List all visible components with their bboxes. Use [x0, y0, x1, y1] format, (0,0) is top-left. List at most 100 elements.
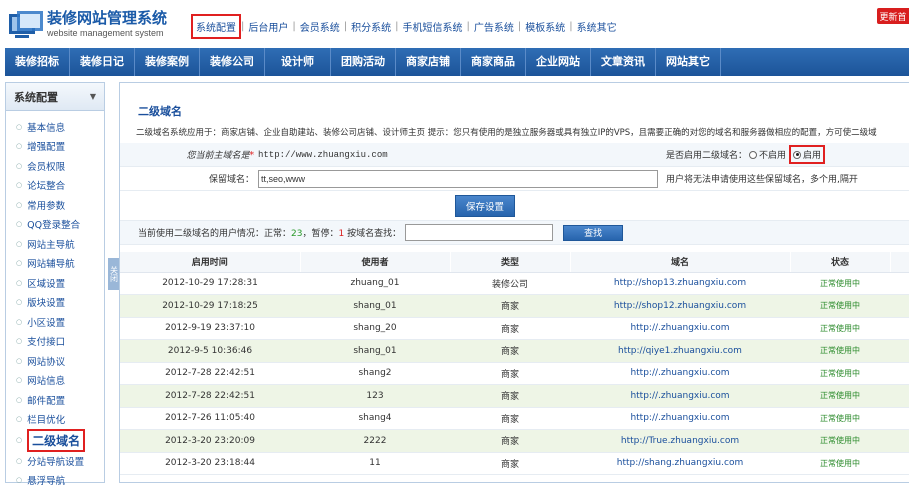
sidebar-item[interactable]: ○ 网站主导航	[6, 234, 104, 254]
bullet-icon: ○	[16, 181, 22, 189]
mainnav-enterprise-site[interactable]: 企业网站	[526, 48, 591, 76]
cell-user: zhuang_01	[300, 272, 450, 295]
update-home-button[interactable]: 更新首	[877, 8, 909, 24]
bullet-icon: ○	[16, 240, 22, 248]
cell-domain[interactable]: http://shop13.zhuangxiu.com	[570, 272, 790, 295]
search-button[interactable]: 查找	[563, 225, 623, 241]
sidebar-item-label: 会员权限	[27, 159, 65, 173]
topnav-system-other[interactable]: 系统其它	[573, 19, 621, 34]
sidebar-item[interactable]: ○基本信息	[6, 117, 104, 137]
bullet-icon: ○	[16, 357, 22, 365]
sidebar-item[interactable]: ○QQ登录整合	[6, 215, 104, 235]
mainnav-tender[interactable]: 装修招标	[5, 48, 70, 76]
logo: 装修网站管理系统 website management system	[7, 6, 173, 42]
cell-domain[interactable]: http://.zhuangxiu.com	[570, 407, 790, 430]
sidebar-item-label: 小区设置	[27, 315, 65, 329]
topnav-member-system[interactable]: 会员系统	[296, 19, 344, 34]
sidebar-item[interactable]: ○悬浮导航	[6, 471, 104, 490]
cell-domain[interactable]: http://qiye1.zhuangxiu.com	[570, 340, 790, 363]
bullet-icon: ○	[16, 396, 22, 404]
sidebar-item[interactable]: ○ 网站辅导航	[6, 254, 104, 274]
cell-status: 正常使用中	[790, 452, 890, 475]
col-type: 类型	[450, 252, 570, 272]
mainnav-diary[interactable]: 装修日记	[70, 48, 135, 76]
sidebar-item[interactable]: ○支付接口	[6, 332, 104, 352]
sidebar-header[interactable]: 系统配置 ▼	[6, 83, 104, 111]
sidebar-item[interactable]: ○常用参数	[6, 195, 104, 215]
cell-domain[interactable]: http://True.zhuangxiu.com	[570, 430, 790, 453]
cell-type: 商家	[450, 317, 570, 340]
bullet-icon: ○	[16, 318, 22, 326]
cell-time: 2012-7-28 22:42:51	[120, 362, 300, 385]
topnav-points-system[interactable]: 积分系统	[347, 19, 395, 34]
domain-search-input[interactable]	[405, 224, 553, 241]
cell-time: 2012-3-20 23:20:09	[120, 430, 300, 453]
sidebar-item-label: 版块设置	[27, 295, 65, 309]
sidebar-item[interactable]: ○邮件配置	[6, 390, 104, 410]
cell-type: 商家	[450, 385, 570, 408]
cell-domain[interactable]: http://.zhuangxiu.com	[570, 317, 790, 340]
cell-type: 装修公司	[450, 272, 570, 295]
table-row: 2012-9-19 23:37:10shang_20商家http://.zhua…	[120, 317, 909, 340]
sidebar-item[interactable]: ○网站信息	[6, 371, 104, 391]
sidebar-item-label: 网站协议	[27, 354, 65, 368]
sidebar-item-label: 网站辅导航	[27, 256, 75, 270]
sidebar-item[interactable]: ○增强配置	[6, 137, 104, 157]
mainnav-group-buy[interactable]: 团购活动	[331, 48, 396, 76]
table-row: 2012-7-26 11:05:40shang4商家http://.zhuang…	[120, 407, 909, 430]
sidebar-item-label: 栏目优化	[27, 412, 65, 426]
sidebar-item[interactable]: ○ 小区设置	[6, 312, 104, 332]
sidebar-item[interactable]: ○ 栏目优化	[6, 410, 104, 430]
radio-on[interactable]	[793, 151, 801, 159]
bullet-icon: ○	[16, 142, 22, 150]
bullet-icon: ○	[16, 298, 22, 306]
reserve-domain-input[interactable]	[258, 170, 658, 188]
sidebar-item[interactable]: ○分站导航设置	[6, 451, 104, 471]
topnav-system-config[interactable]: 系统配置	[191, 14, 241, 39]
main-domain-value: http://www.zhuangxiu.com	[258, 150, 658, 160]
sidebar-item-label: 基本信息	[27, 120, 65, 134]
cell-domain[interactable]: http://shop12.zhuangxiu.com	[570, 295, 790, 318]
normal-count: 23	[291, 229, 302, 239]
sidebar-item[interactable]: ○ 网站协议	[6, 351, 104, 371]
page-description: 二级域名系统应用于：商家店铺、企业自助建站、装修公司店铺、设计师主页 提示：您只…	[136, 126, 909, 138]
topnav-sms-system[interactable]: 手机短信系统	[399, 19, 467, 34]
cell-domain[interactable]: http://.zhuangxiu.com	[570, 385, 790, 408]
cell-type: 商家	[450, 295, 570, 318]
mainnav-companies[interactable]: 装修公司	[200, 48, 265, 76]
bullet-icon: ○	[16, 201, 22, 209]
sidebar-item[interactable]: ○二级域名	[6, 429, 104, 451]
cell-domain[interactable]: http://.zhuangxiu.com	[570, 362, 790, 385]
sidebar-item-label: 二级域名	[27, 429, 85, 452]
sidebar-item[interactable]: ○ 版块设置	[6, 293, 104, 313]
mainnav-articles[interactable]: 文章资讯	[591, 48, 656, 76]
bullet-icon: ○	[16, 376, 22, 384]
sidebar-item-label: 网站主导航	[27, 237, 75, 251]
mainnav-products[interactable]: 商家商品	[461, 48, 526, 76]
topnav-template-system[interactable]: 模板系统	[521, 19, 569, 34]
reserve-domain-hint: 用户将无法申请使用这些保留域名，多个用,隔开	[666, 172, 858, 185]
save-settings-button[interactable]: 保存设置	[455, 195, 515, 217]
mainnav-designers[interactable]: 设计师	[265, 48, 331, 76]
content-panel: 二级域名 二级域名系统应用于：商家店铺、企业自助建站、装修公司店铺、设计师主页 …	[119, 82, 909, 483]
bullet-icon: ○	[16, 259, 22, 267]
app-title: 装修网站管理系统	[47, 11, 167, 26]
radio-off[interactable]	[749, 151, 757, 159]
subdomain-table: 启用时间 使用者 类型 域名 状态 2012-10-29 17:28:31zhu…	[120, 252, 909, 475]
mainnav-cases[interactable]: 装修案例	[135, 48, 200, 76]
topnav-admin-users[interactable]: 后台用户	[244, 19, 292, 34]
mainnav-site-other[interactable]: 网站其它	[656, 48, 721, 76]
sidebar-item[interactable]: ○区域设置	[6, 273, 104, 293]
sidebar-item-label: QQ登录整合	[27, 217, 80, 231]
cell-type: 商家	[450, 340, 570, 363]
cell-domain[interactable]: http://shang.zhuangxiu.com	[570, 452, 790, 475]
mainnav-shops[interactable]: 商家店铺	[396, 48, 461, 76]
topnav-ad-system[interactable]: 广告系统	[470, 19, 518, 34]
table-row: 2012-9-5 10:36:46shang_01商家http://qiye1.…	[120, 340, 909, 363]
reserve-domain-label: 保留域名：	[120, 172, 254, 185]
bullet-icon: ○	[16, 415, 22, 423]
sidebar-item[interactable]: ○会员权限	[6, 156, 104, 176]
sidebar-item[interactable]: ○论坛整合	[6, 176, 104, 196]
chevron-down-icon[interactable]: ▼	[90, 92, 96, 101]
cell-type: 商家	[450, 407, 570, 430]
